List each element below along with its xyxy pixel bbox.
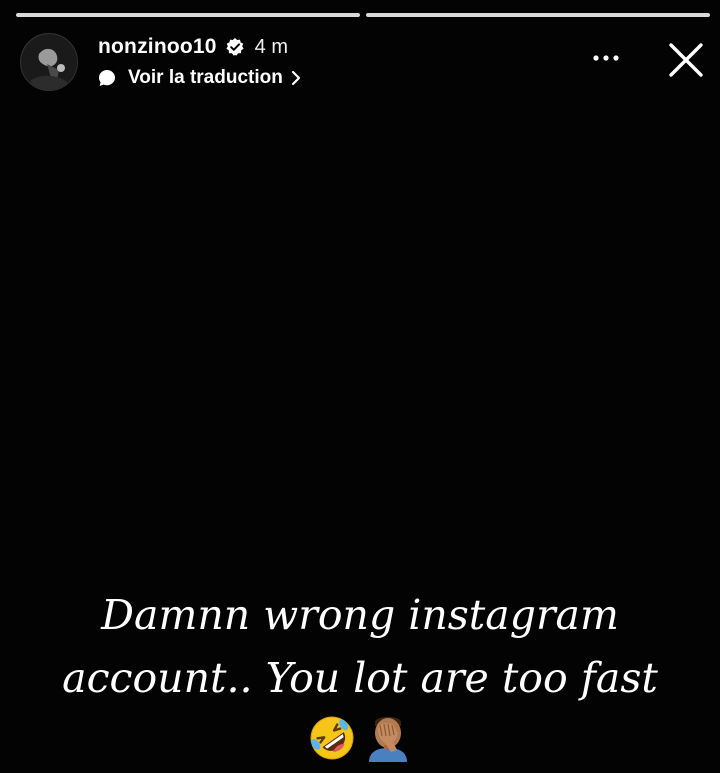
- caption-line-2: account.. You lot are too fast: [62, 654, 658, 702]
- close-button[interactable]: [666, 40, 706, 80]
- caption-line-1: Damnn wrong instagram: [101, 591, 619, 639]
- verified-badge-icon: [225, 37, 245, 57]
- close-icon: [669, 43, 703, 77]
- user-info: nonzinoo10 4 m Voir la traduction: [98, 34, 301, 90]
- username[interactable]: nonzinoo10: [98, 35, 217, 59]
- story-caption: Damnn wrong instagram account.. You lot …: [0, 584, 720, 710]
- post-time: 4 m: [254, 35, 289, 58]
- avatar-photo-icon: [21, 34, 77, 90]
- caption-emojis: [0, 712, 720, 764]
- rolling-on-floor-laughing-emoji: [310, 716, 354, 760]
- more-options-icon: [593, 55, 619, 61]
- more-options-button[interactable]: [590, 50, 622, 66]
- translate-label[interactable]: Voir la traduction: [128, 67, 283, 89]
- story-progress-bar: [16, 13, 710, 17]
- translate-icon: [98, 69, 116, 87]
- avatar[interactable]: [20, 33, 78, 91]
- progress-segment: [16, 13, 360, 17]
- progress-segment: [366, 13, 710, 17]
- story-header: nonzinoo10 4 m Voir la traduction: [20, 30, 706, 91]
- story-viewer[interactable]: nonzinoo10 4 m Voir la traduction Damnn …: [0, 0, 720, 773]
- translate-link[interactable]: Voir la traduction: [98, 66, 301, 90]
- man-facepalming-emoji: [369, 716, 407, 762]
- chevron-right-icon: [291, 70, 301, 86]
